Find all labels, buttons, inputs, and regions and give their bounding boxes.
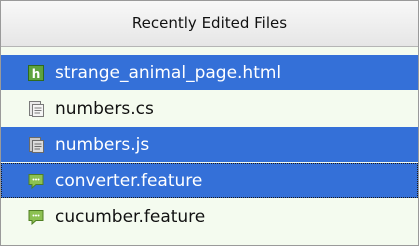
recent-files-popup: Recently Edited Files h strange_animal_p… [0, 0, 419, 246]
feature-file-icon [28, 173, 44, 189]
list-item-numbers-js[interactable]: numbers.js [1, 127, 418, 162]
file-name: numbers.cs [55, 98, 154, 119]
feature-file-icon [28, 209, 44, 225]
list-item-cucumber-feature[interactable]: cucumber.feature [1, 199, 418, 234]
list-item-converter-feature[interactable]: converter.feature [1, 163, 418, 198]
file-name: numbers.js [55, 134, 150, 155]
script-file-icon [29, 100, 44, 117]
file-name: strange_animal_page.html [55, 62, 282, 83]
recent-files-list: h strange_animal_page.html numbers.cs nu… [1, 55, 418, 235]
list-item-strange-animal-page[interactable]: h strange_animal_page.html [1, 55, 418, 90]
list-item-numbers-cs[interactable]: numbers.cs [1, 91, 418, 126]
file-name: cucumber.feature [55, 206, 206, 227]
file-name: converter.feature [55, 170, 203, 191]
script-file-icon [29, 136, 44, 153]
html-file-icon: h [28, 64, 44, 81]
svg-text:h: h [32, 67, 41, 81]
popup-title: Recently Edited Files [1, 1, 418, 47]
